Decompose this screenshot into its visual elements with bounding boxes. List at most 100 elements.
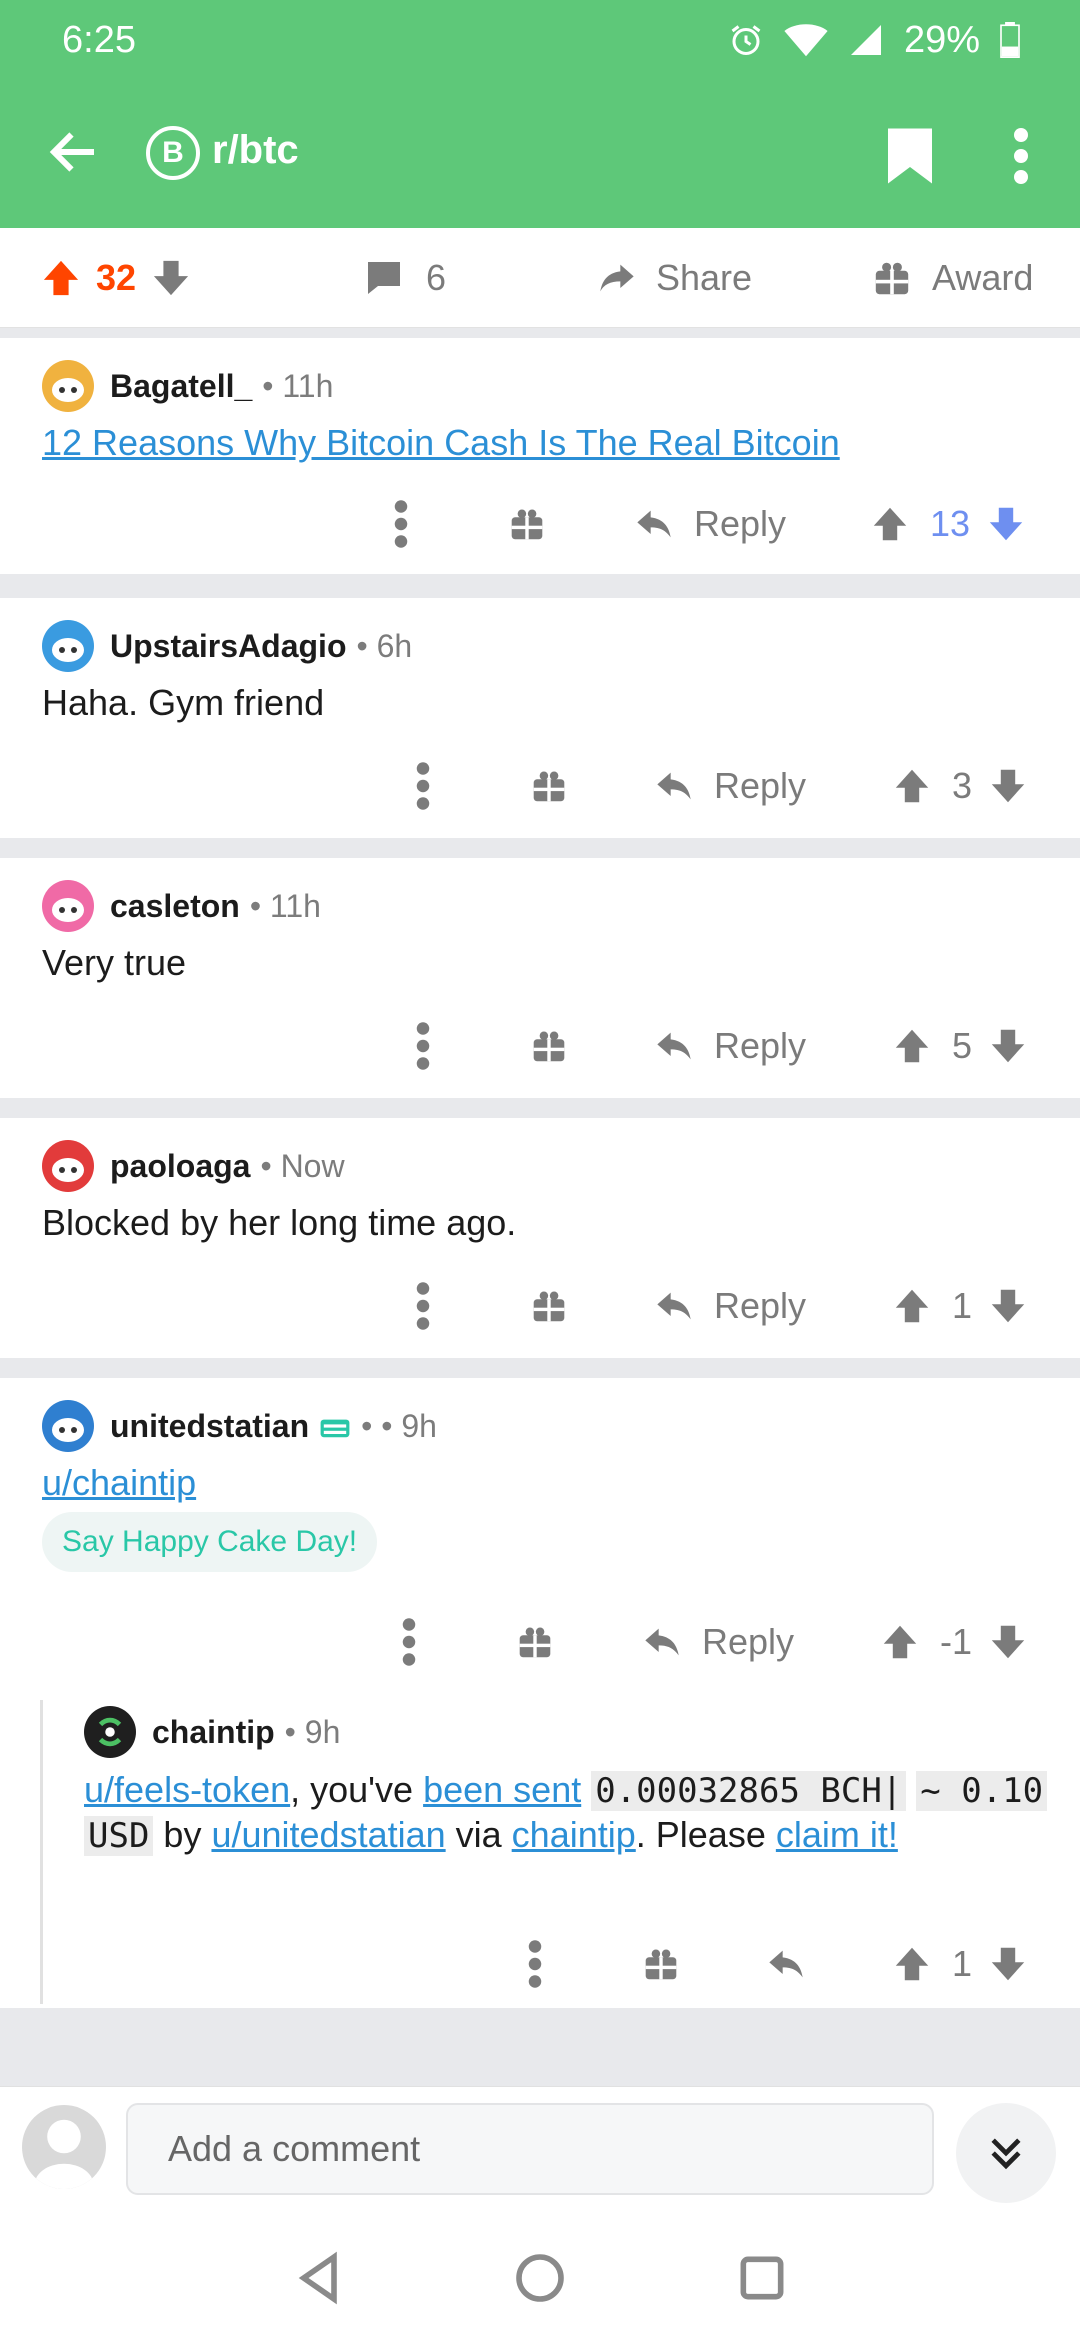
scroll-down-button[interactable] <box>956 2103 1056 2203</box>
status-time: 6:25 <box>62 18 136 61</box>
comment-link[interactable]: u/chaintip <box>42 1462 196 1504</box>
comment-author[interactable]: paoloaga <box>110 1148 250 1185</box>
reply-arrow-icon <box>645 1628 679 1656</box>
comment-actions: Reply 13 <box>0 494 1080 554</box>
status-icons: 29% <box>728 19 1020 62</box>
comment: UpstairsAdagio • 6h Haha. Gym friend Rep… <box>0 598 1080 838</box>
comment-header: Bagatell_ • 11h <box>42 360 333 412</box>
nested-comment-header: chaintip • 9h <box>84 1706 340 1758</box>
comment-author[interactable]: UpstairsAdagio <box>110 628 346 665</box>
more-vertical-icon[interactable] <box>526 1934 544 1994</box>
upvote-icon[interactable] <box>894 1287 930 1325</box>
comment: Bagatell_ • 11h 12 Reasons Why Bitcoin C… <box>0 338 1080 574</box>
more-vertical-icon[interactable] <box>400 1612 418 1672</box>
reply-button[interactable]: Reply <box>654 1016 806 1076</box>
more-vertical-icon[interactable] <box>414 756 432 816</box>
reply-button[interactable]: Reply <box>642 1612 794 1672</box>
comment-vote: 1 <box>894 1276 1026 1336</box>
downvote-icon[interactable] <box>990 1027 1026 1065</box>
comment-link[interactable]: 12 Reasons Why Bitcoin Cash Is The Real … <box>42 422 840 464</box>
system-nav-bar <box>0 2210 1080 2340</box>
subreddit-icon[interactable]: B <box>146 126 200 180</box>
comment-author[interactable]: Bagatell_ <box>110 368 252 405</box>
snoo-icon <box>52 638 84 662</box>
more-vertical-icon[interactable] <box>392 494 410 554</box>
nav-home-circle-icon[interactable] <box>512 2250 568 2306</box>
snoo-icon <box>52 378 84 402</box>
subreddit-name[interactable]: r/btc <box>212 128 299 173</box>
comments-button[interactable]: 6 <box>364 252 446 304</box>
separator <box>0 1358 1080 1378</box>
upvote-icon[interactable] <box>894 767 930 805</box>
nav-recents-square-icon[interactable] <box>734 2250 790 2306</box>
upvote-icon[interactable] <box>894 1027 930 1065</box>
downvote-icon[interactable] <box>152 258 190 298</box>
alarm-icon <box>731 25 761 55</box>
comment-score: -1 <box>940 1621 973 1662</box>
share-button[interactable]: Share <box>596 252 752 304</box>
nested-comment-body: u/feels-token, you've been sent 0.000328… <box>84 1768 1064 1858</box>
more-vertical-icon[interactable] <box>414 1016 432 1076</box>
user-link[interactable]: u/unitedstatian <box>211 1814 445 1855</box>
post-action-bar: 32 6 Share Award <box>0 228 1080 328</box>
upvote-icon[interactable] <box>42 258 80 298</box>
comment-author[interactable]: unitedstatian <box>110 1408 309 1445</box>
separator <box>0 328 1080 338</box>
downvote-icon[interactable] <box>990 1945 1026 1983</box>
downvote-icon[interactable] <box>988 505 1024 543</box>
add-comment-input[interactable] <box>126 2103 934 2195</box>
cake-day-chip[interactable]: Say Happy Cake Day! <box>42 1512 378 1572</box>
comment-author[interactable]: chaintip <box>152 1714 275 1751</box>
gift-icon[interactable] <box>532 756 566 816</box>
gift-icon[interactable] <box>644 1934 678 1994</box>
downvote-icon[interactable] <box>990 1623 1026 1661</box>
comment-time: • • 9h <box>361 1407 437 1444</box>
comment-actions: Reply 5 <box>0 1016 1080 1076</box>
upvote-icon[interactable] <box>894 1945 930 1983</box>
reply-button[interactable]: Reply <box>654 1276 806 1336</box>
gift-icon[interactable] <box>518 1612 552 1672</box>
bookmark-icon[interactable] <box>888 128 932 184</box>
share-label: Share <box>656 257 753 298</box>
been-sent-link[interactable]: been sent <box>423 1769 581 1810</box>
inline-code: 0.00032865 BCH| <box>591 1771 907 1811</box>
snoo-icon <box>52 1418 84 1442</box>
gift-icon <box>875 262 909 295</box>
upvote-icon[interactable] <box>872 505 908 543</box>
reply-button[interactable]: Reply <box>634 494 786 554</box>
downvote-icon[interactable] <box>990 1287 1026 1325</box>
top-header: 6:25 29% B r/btc <box>0 0 1080 228</box>
avatar[interactable] <box>42 880 94 932</box>
more-vertical-icon[interactable] <box>414 1276 432 1336</box>
avatar[interactable] <box>42 360 94 412</box>
downvote-icon[interactable] <box>990 767 1026 805</box>
user-avatar[interactable] <box>22 2105 106 2189</box>
comment-body: Haha. Gym friend <box>42 682 325 723</box>
award-button[interactable]: Award <box>874 252 1033 304</box>
reply-arrow-icon <box>657 1292 691 1320</box>
gift-icon[interactable] <box>532 1276 566 1336</box>
avatar[interactable] <box>42 1400 94 1452</box>
avatar[interactable] <box>42 1140 94 1192</box>
post-vote: 32 <box>42 252 190 304</box>
avatar[interactable] <box>42 620 94 672</box>
upvote-icon[interactable] <box>882 1623 918 1661</box>
comment-actions: Reply -1 <box>0 1612 1080 1672</box>
comment-time: • 9h <box>284 1713 341 1750</box>
back-arrow-icon[interactable] <box>44 122 104 182</box>
reply-arrow-icon <box>637 510 671 538</box>
nav-back-triangle-icon[interactable] <box>292 2250 348 2306</box>
comment-author[interactable]: casleton <box>110 888 240 925</box>
app-root: 6:25 29% B r/btc 32 6 Share Award Bagate… <box>0 0 1080 2340</box>
more-vertical-icon[interactable] <box>1006 128 1036 184</box>
claim-link[interactable]: claim it! <box>776 1814 898 1855</box>
avatar[interactable] <box>84 1706 136 1758</box>
comment-score: 5 <box>952 1025 973 1066</box>
gift-icon[interactable] <box>532 1016 566 1076</box>
user-link[interactable]: u/feels-token <box>84 1769 290 1810</box>
gift-icon[interactable] <box>510 494 544 554</box>
chaintip-link[interactable]: chaintip <box>512 1814 636 1855</box>
reply-arrow-icon[interactable] <box>766 1934 806 1994</box>
reply-button[interactable]: Reply <box>654 756 806 816</box>
comment-header: casleton • 11h <box>42 880 321 932</box>
